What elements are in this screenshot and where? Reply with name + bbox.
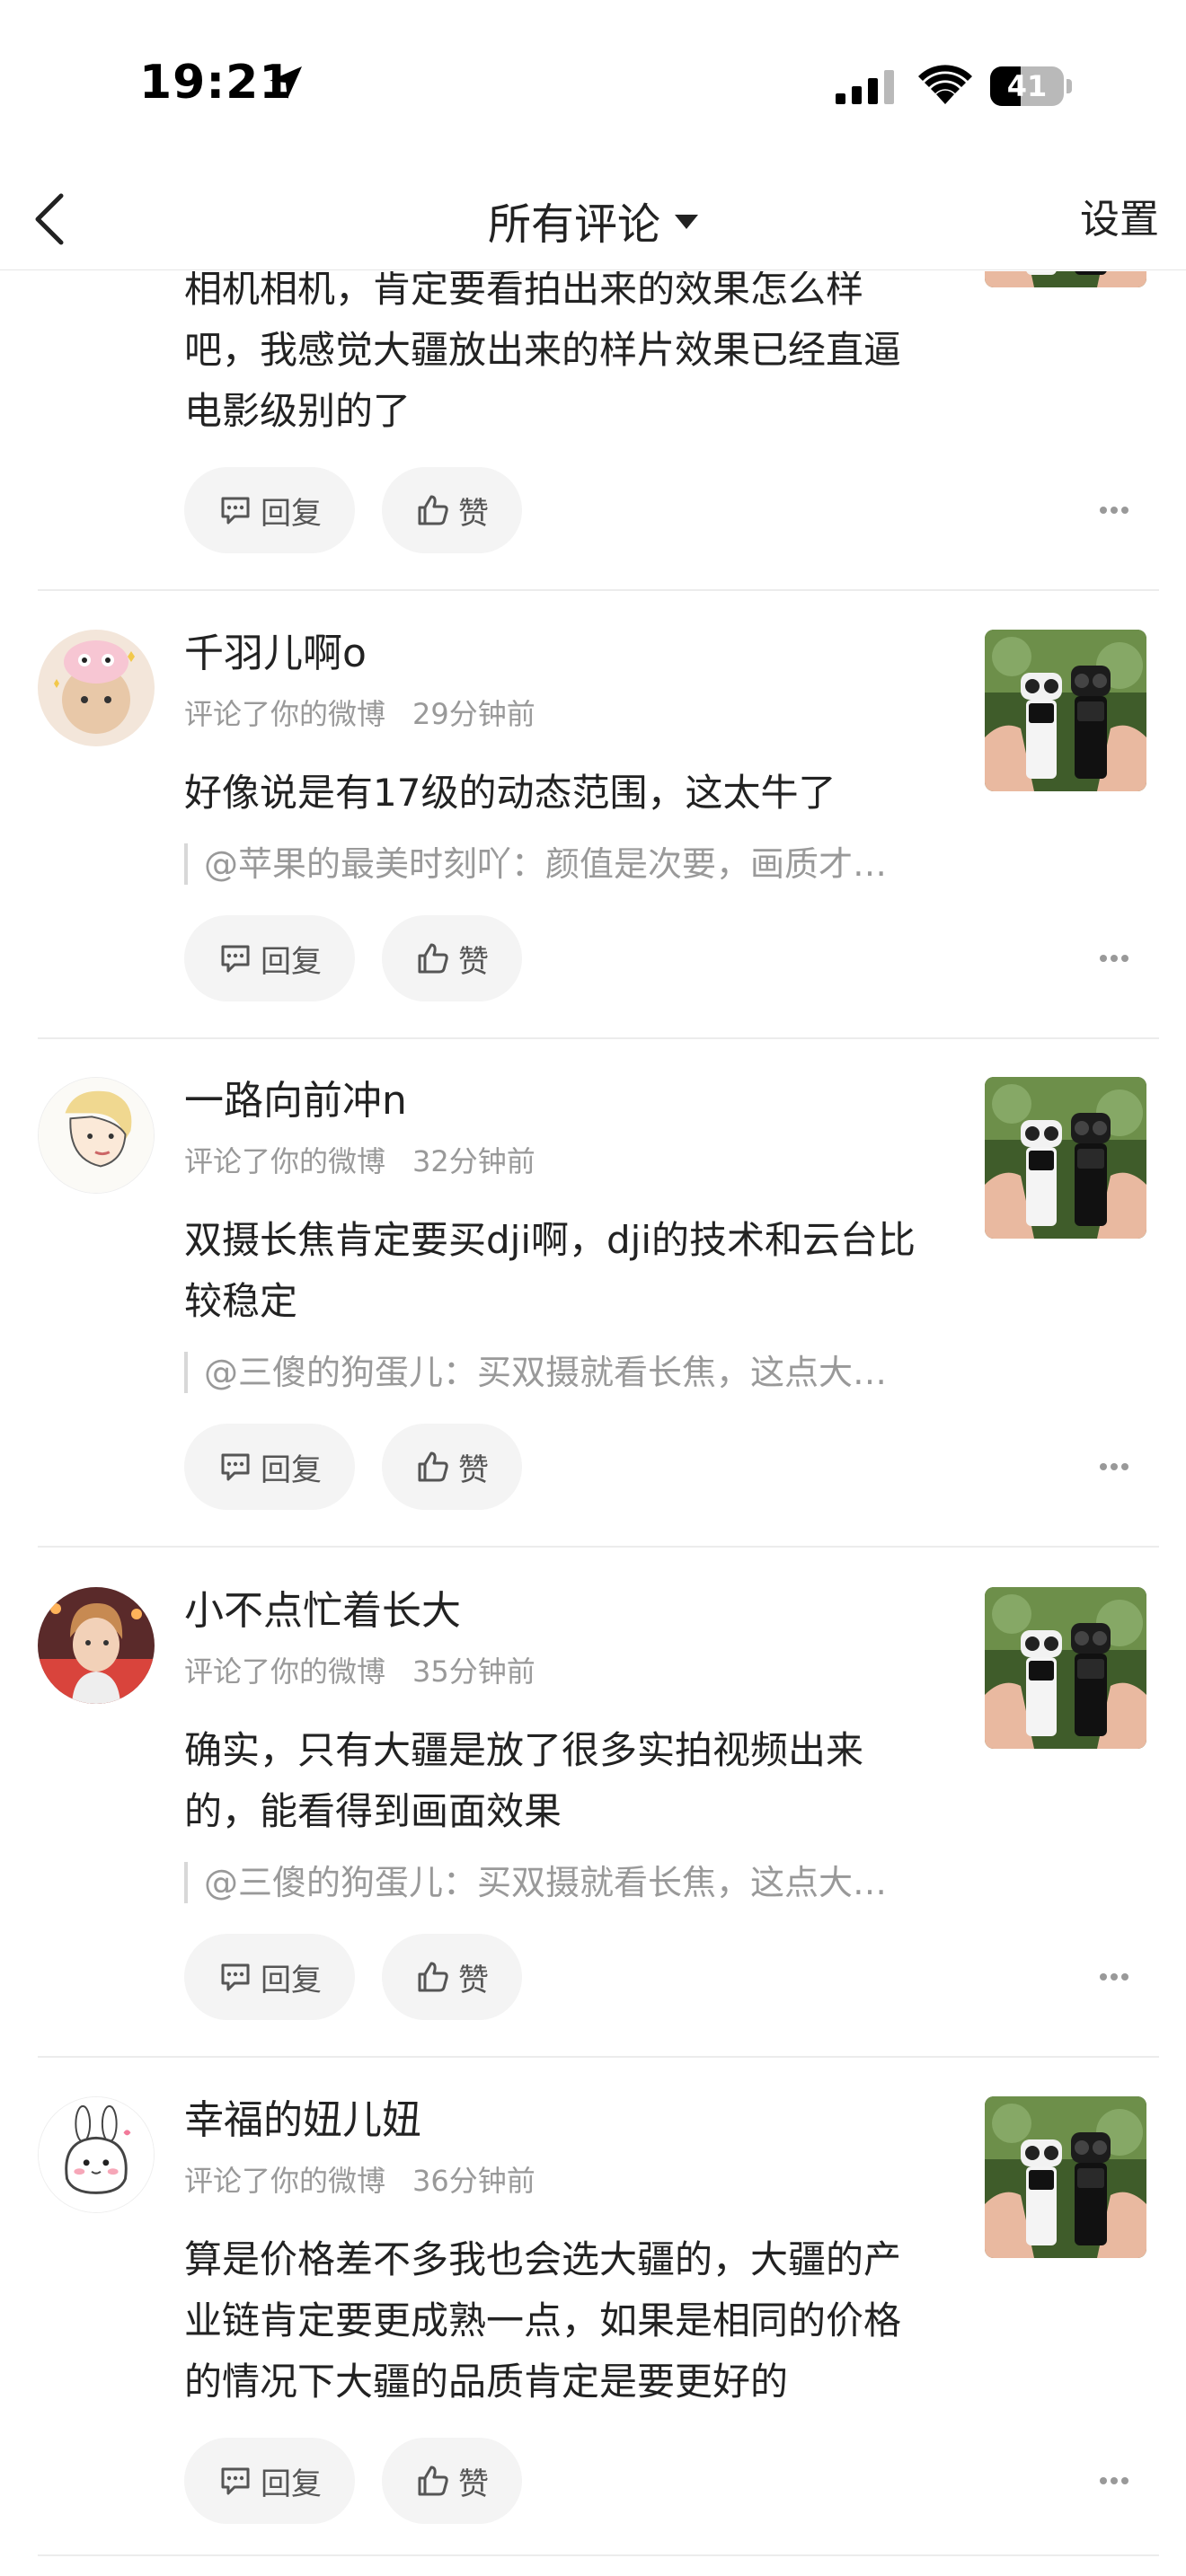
like-button[interactable]: 赞 [382,467,522,553]
username[interactable]: 幸福的妞儿妞 [184,2093,421,2148]
reply-button[interactable]: 回复 [184,467,355,553]
post-thumbnail[interactable] [985,271,1146,287]
comment-time: 36分钟前 [412,2164,535,2198]
like-label: 赞 [458,495,489,532]
like-label: 赞 [458,943,489,980]
reply-button[interactable]: 回复 [184,915,355,1001]
reply-label: 回复 [261,1962,322,1998]
battery-icon: 41 [990,66,1073,106]
comment-time: 29分钟前 [412,697,535,731]
like-button[interactable]: 赞 [382,1934,522,2020]
settings-button[interactable]: 设置 [1080,171,1159,269]
battery-percent: 41 [1006,69,1048,103]
wifi-icon [918,65,972,104]
divider [38,2056,1159,2058]
post-thumbnail[interactable] [985,630,1146,791]
quoted-comment[interactable]: @三傻的狗蛋儿：买双摄就看长焦，这点大… [184,1862,957,1903]
username[interactable]: 小不点忙着长大 [184,1584,461,1639]
reply-label: 回复 [261,1451,322,1488]
like-button[interactable]: 赞 [382,1424,522,1510]
comment-meta: 评论了你的微博 36分钟前 [184,2161,535,2201]
comment-action: 评论了你的微博 [184,1144,386,1178]
comment-time: 35分钟前 [412,1654,535,1689]
comment-text: 相机相机，肯定要看拍出来的效果怎么样吧，我感觉大疆放出来的样片效果已经直逼电影级… [184,271,902,433]
comment-meta: 评论了你的微博 29分钟前 [184,694,535,734]
location-arrow-icon [270,66,302,99]
comment-time: 32分钟前 [412,1144,535,1178]
reply-label: 回复 [261,2466,322,2502]
divider [38,2554,1159,2556]
more-options-icon[interactable] [1098,505,1130,516]
like-label: 赞 [458,1451,489,1488]
comment-action: 评论了你的微博 [184,697,386,731]
avatar[interactable] [38,1077,155,1194]
reply-icon [217,1959,253,1995]
like-label: 赞 [458,2466,489,2502]
reply-button[interactable]: 回复 [184,2438,355,2524]
more-options-icon[interactable] [1098,953,1130,964]
reply-icon [217,1449,253,1485]
like-button[interactable]: 赞 [382,915,522,1001]
divider [38,1546,1159,1548]
comment-action: 评论了你的微博 [184,2164,386,2198]
avatar[interactable] [38,1587,155,1704]
divider [38,1037,1159,1039]
reply-label: 回复 [261,943,322,980]
comment-text: 双摄长焦肯定要买dji啊，dji的技术和云台比较稳定 [184,1218,916,1323]
reply-button[interactable]: 回复 [184,1424,355,1510]
nav-bar: 所有评论 设置 [0,171,1186,270]
reply-icon [217,2463,253,2499]
thumbs-up-icon [415,1959,451,1995]
comment-text: 好像说是有17级的动态范围，这太牛了 [184,771,836,815]
like-button[interactable]: 赞 [382,2438,522,2524]
cellular-signal-icon [836,70,894,104]
comment-text: 算是价格差不多我也会选大疆的，大疆的产业链肯定要更成熟一点，如果是相同的价格的情… [184,2237,902,2404]
more-options-icon[interactable] [1098,1461,1130,1472]
quoted-comment[interactable]: @苹果的最美时刻吖：颜值是次要，画质才… [184,843,957,885]
status-bar: 19:21 41 [0,0,1186,171]
divider [38,589,1159,591]
thumbs-up-icon [415,492,451,528]
thumbs-up-icon [415,940,451,976]
more-options-icon[interactable] [1098,1972,1130,1982]
more-options-icon[interactable] [1098,2475,1130,2486]
caret-down-icon [675,215,698,229]
comment-text: 确实，只有大疆是放了很多实拍视频出来的，能看得到画面效果 [184,1728,864,1833]
comment-meta: 评论了你的微博 32分钟前 [184,1142,535,1181]
thumbs-up-icon [415,1449,451,1485]
post-thumbnail[interactable] [985,1077,1146,1239]
thumbs-up-icon [415,2463,451,2499]
reply-icon [217,492,253,528]
comment-meta: 评论了你的微博 35分钟前 [184,1652,535,1691]
like-label: 赞 [458,1962,489,1998]
username[interactable]: 一路向前冲n [184,1073,407,1129]
reply-icon [217,940,253,976]
comment-feed: 相机相机，肯定要看拍出来的效果怎么样吧，我感觉大疆放出来的样片效果已经直逼电影级… [0,271,1186,2576]
avatar[interactable] [38,630,155,746]
page-title: 所有评论 [487,199,660,250]
post-thumbnail[interactable] [985,1587,1146,1749]
avatar[interactable] [38,2096,155,2213]
reply-button[interactable]: 回复 [184,1934,355,2020]
username[interactable]: 千羽儿啊o [184,626,367,682]
comment-action: 评论了你的微博 [184,1654,386,1689]
reply-label: 回复 [261,495,322,532]
quoted-comment[interactable]: @三傻的狗蛋儿：买双摄就看长焦，这点大… [184,1352,957,1393]
post-thumbnail[interactable] [985,2096,1146,2258]
comment-filter-dropdown[interactable]: 所有评论 [0,171,1186,269]
